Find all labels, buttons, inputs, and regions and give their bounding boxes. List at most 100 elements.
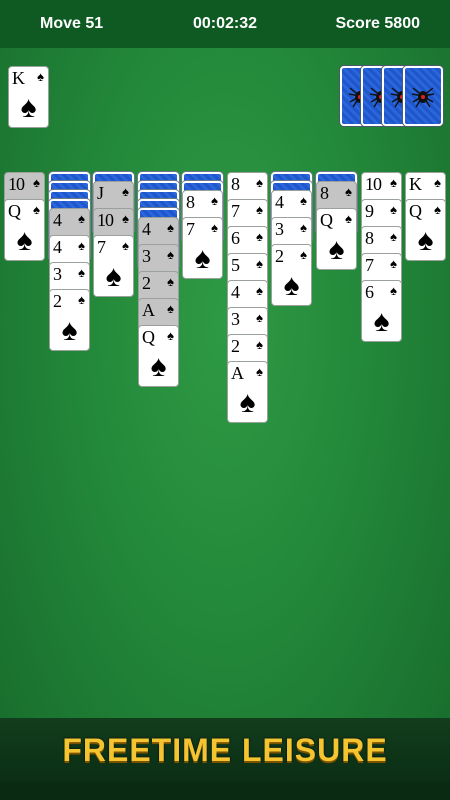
card-rank: Q xyxy=(8,201,21,221)
spade-icon: ♠ xyxy=(33,175,40,190)
spade-icon: ♠ xyxy=(167,301,174,316)
spade-icon: ♠ xyxy=(256,364,263,379)
spade-icon: ♠ xyxy=(167,274,174,289)
stock-card[interactable] xyxy=(403,66,443,126)
spade-icon: ♠ xyxy=(167,247,174,262)
spade-icon: ♠ xyxy=(256,310,263,325)
spade-icon: ♠ xyxy=(20,91,37,124)
card[interactable]: Q ♠ ♠ xyxy=(138,325,179,387)
card-rank: 3 xyxy=(142,246,151,266)
spade-icon: ♠ xyxy=(78,265,85,280)
spade-icon: ♠ xyxy=(194,242,211,275)
spade-icon: ♠ xyxy=(256,229,263,244)
card-rank: 2 xyxy=(275,246,284,266)
spade-icon: ♠ xyxy=(256,283,263,298)
card-rank: 5 xyxy=(231,255,240,275)
card-rank: 6 xyxy=(365,282,374,302)
spade-icon: ♠ xyxy=(256,337,263,352)
spade-icon: ♠ xyxy=(211,220,218,235)
card[interactable]: Q ♠ ♠ xyxy=(4,199,45,261)
card-rank: 8 xyxy=(186,192,195,212)
spade-icon: ♠ xyxy=(417,224,434,257)
brand-banner: FREETIME LEISURE xyxy=(0,718,450,782)
spade-icon: ♠ xyxy=(256,175,263,190)
bottom-strip xyxy=(0,782,450,800)
card-rank: K xyxy=(409,174,422,194)
spade-icon: ♠ xyxy=(390,256,397,271)
card[interactable]: Q ♠ ♠ xyxy=(316,208,357,270)
spade-icon: ♠ xyxy=(256,256,263,271)
spade-icon: ♠ xyxy=(16,224,33,257)
spade-icon: ♠ xyxy=(300,220,307,235)
spade-icon: ♠ xyxy=(105,260,122,293)
card[interactable]: 7 ♠ ♠ xyxy=(182,217,223,279)
card[interactable]: 6 ♠ ♠ xyxy=(361,280,402,342)
card-rank: 4 xyxy=(231,282,240,302)
spade-icon: ♠ xyxy=(373,305,390,338)
card-rank: J xyxy=(97,183,104,203)
card-rank: 8 xyxy=(231,174,240,194)
card-rank: A xyxy=(231,363,244,383)
card-rank: 10 xyxy=(365,174,382,194)
card-rank: Q xyxy=(320,210,333,230)
spider-icon xyxy=(411,87,435,108)
card-rank: K xyxy=(12,68,25,88)
card-rank: Q xyxy=(142,327,155,347)
card-rank: 4 xyxy=(53,237,62,257)
card-rank: 7 xyxy=(186,219,195,239)
card-rank: 2 xyxy=(142,273,151,293)
spade-icon: ♠ xyxy=(390,202,397,217)
spade-icon: ♠ xyxy=(239,386,256,419)
card-rank: 10 xyxy=(8,174,25,194)
card-rank: 8 xyxy=(320,183,329,203)
spade-icon: ♠ xyxy=(61,314,78,347)
spade-icon: ♠ xyxy=(300,193,307,208)
spade-icon: ♠ xyxy=(390,175,397,190)
card-rank: 9 xyxy=(365,201,374,221)
card[interactable]: Q ♠ ♠ xyxy=(405,199,446,261)
spade-icon: ♠ xyxy=(328,233,345,266)
spade-icon: ♠ xyxy=(300,247,307,262)
card[interactable]: A ♠ ♠ xyxy=(227,361,268,423)
card[interactable]: 2 ♠ ♠ xyxy=(271,244,312,306)
card-rank: 7 xyxy=(365,255,374,275)
spade-icon: ♠ xyxy=(78,292,85,307)
spade-icon: ♠ xyxy=(122,211,129,226)
spade-icon: ♠ xyxy=(283,269,300,302)
card-rank: 7 xyxy=(231,201,240,221)
spade-icon: ♠ xyxy=(167,328,174,343)
card-rank: 2 xyxy=(231,336,240,356)
spade-icon: ♠ xyxy=(345,184,352,199)
spade-icon: ♠ xyxy=(37,69,44,84)
spade-icon: ♠ xyxy=(434,175,441,190)
spade-icon: ♠ xyxy=(390,283,397,298)
spade-icon: ♠ xyxy=(211,193,218,208)
spade-icon: ♠ xyxy=(78,238,85,253)
card-rank: 6 xyxy=(231,228,240,248)
score-display: Score 5800 xyxy=(335,15,420,32)
spade-icon: ♠ xyxy=(345,211,352,226)
spade-icon: ♠ xyxy=(122,184,129,199)
card-rank: A xyxy=(142,300,155,320)
card-rank: Q xyxy=(409,201,422,221)
brand-text: FREETIME LEISURE xyxy=(62,732,388,768)
spade-icon: ♠ xyxy=(33,202,40,217)
spade-icon: ♠ xyxy=(150,350,167,383)
card-rank: 3 xyxy=(231,309,240,329)
card-rank: 4 xyxy=(275,192,284,212)
spade-icon: ♠ xyxy=(256,202,263,217)
card-rank: 8 xyxy=(365,228,374,248)
card-rank: 4 xyxy=(142,219,151,239)
card-rank: 10 xyxy=(97,210,114,230)
card-rank: 4 xyxy=(53,210,62,230)
spade-icon: ♠ xyxy=(390,229,397,244)
spade-icon: ♠ xyxy=(78,211,85,226)
card-rank: 3 xyxy=(53,264,62,284)
status-bar: Move 51 00:02:32 Score 5800 xyxy=(0,0,450,48)
card-rank: 3 xyxy=(275,219,284,239)
card[interactable]: 7 ♠ ♠ xyxy=(93,235,134,297)
foundation-card[interactable]: K ♠ ♠ xyxy=(8,66,49,128)
card-rank: 7 xyxy=(97,237,106,257)
card[interactable]: 2 ♠ ♠ xyxy=(49,289,90,351)
spade-icon: ♠ xyxy=(122,238,129,253)
